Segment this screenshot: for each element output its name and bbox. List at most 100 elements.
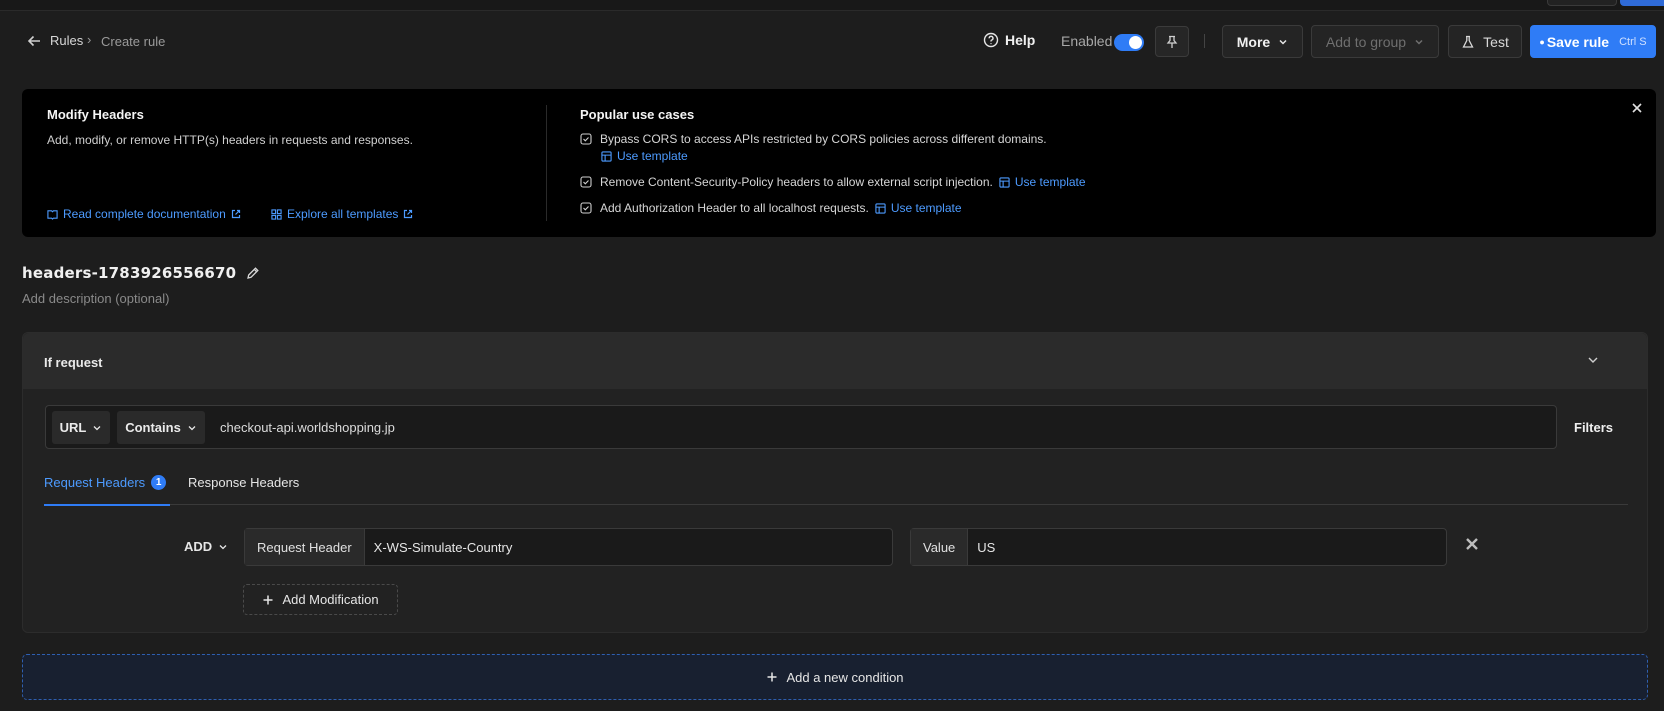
- book-icon: [47, 209, 58, 220]
- use-template-label: Use template: [890, 201, 962, 215]
- chevron-down-icon: [219, 544, 227, 549]
- filters-button[interactable]: Filters: [1574, 420, 1613, 435]
- use-template-link[interactable]: Use template: [875, 201, 962, 215]
- request-headers-count-badge: 1: [151, 475, 167, 490]
- header-value-label: Value: [911, 529, 969, 565]
- header-name-field[interactable]: Request Header X-WS-Simulate-Country: [244, 528, 893, 566]
- template-icon: [999, 176, 1010, 188]
- chevron-down-icon: [188, 425, 196, 430]
- chevron-down-icon: [1415, 39, 1423, 45]
- enabled-toggle[interactable]: [1114, 34, 1144, 51]
- use-case-text: Remove Content-Security-Policy headers t…: [600, 175, 993, 189]
- pin-button[interactable]: [1155, 26, 1189, 57]
- condition-card: If request URL Contains Filters Request …: [22, 332, 1648, 633]
- use-case-text: Bypass CORS to access APIs restricted by…: [600, 132, 1047, 146]
- breadcrumb-current: Create rule: [101, 34, 166, 49]
- top-strip: [0, 0, 1664, 11]
- chevron-down-icon[interactable]: [1587, 354, 1599, 366]
- header-name-value[interactable]: X-WS-Simulate-Country: [365, 529, 513, 565]
- pin-icon: [1166, 35, 1178, 48]
- explore-templates-label: Explore all templates: [287, 207, 399, 221]
- test-button[interactable]: Test: [1448, 25, 1522, 58]
- add-new-condition-button[interactable]: Add a new condition: [22, 654, 1648, 700]
- banner-title: Modify Headers: [47, 107, 144, 122]
- chevron-down-icon: [93, 425, 101, 430]
- rule-description-input[interactable]: Add description (optional): [22, 291, 169, 306]
- remove-modification-icon[interactable]: [1464, 536, 1480, 552]
- url-condition-row: URL Contains: [45, 405, 1557, 449]
- chevron-down-icon: [1279, 39, 1287, 45]
- use-template-link[interactable]: Use template: [601, 149, 688, 163]
- checkbox-icon: [580, 202, 592, 214]
- banner-subtitle: Add, modify, or remove HTTP(s) headers i…: [47, 133, 413, 147]
- rule-editor-header: Rules › Create rule Help Enabled More Ad…: [0, 18, 1664, 66]
- add-to-group-label: Add to group: [1325, 33, 1407, 50]
- breadcrumb-rules[interactable]: Rules: [50, 33, 83, 48]
- read-documentation-link[interactable]: Read complete documentation: [47, 207, 241, 221]
- back-arrow-icon[interactable]: [26, 33, 42, 49]
- use-case-item: Bypass CORS to access APIs restricted by…: [580, 132, 1047, 146]
- popular-use-cases-title: Popular use cases: [580, 107, 695, 122]
- header-type-tabs: Request Headers 1 Response Headers: [44, 463, 1628, 506]
- top-strip-primary-button[interactable]: [1620, 0, 1664, 6]
- save-rule-label: Save rule: [1546, 33, 1610, 50]
- flask-icon: [1462, 35, 1474, 48]
- help-label: Help: [1005, 32, 1036, 48]
- header-value-field[interactable]: Value US: [910, 528, 1447, 566]
- rule-name[interactable]: headers-1783926556670: [22, 264, 260, 282]
- rule-name-text: headers-1783926556670: [22, 264, 237, 282]
- use-case-text: Add Authorization Header to all localhos…: [600, 201, 869, 215]
- help-button[interactable]: Help: [983, 30, 1035, 50]
- tab-response-headers[interactable]: Response Headers: [188, 475, 299, 490]
- save-indicator-icon: ●: [1539, 36, 1545, 47]
- header-name-label: Request Header: [245, 529, 365, 565]
- breadcrumb-separator: ›: [87, 32, 92, 47]
- more-label: More: [1236, 33, 1271, 50]
- external-link-icon: [231, 209, 240, 219]
- condition-title: If request: [44, 355, 103, 370]
- more-button[interactable]: More: [1222, 25, 1303, 58]
- test-label: Test: [1483, 33, 1509, 50]
- use-template-label: Use template: [617, 149, 688, 163]
- explore-templates-link[interactable]: Explore all templates: [271, 207, 413, 221]
- external-link-icon: [404, 209, 413, 219]
- template-icon: [875, 202, 886, 214]
- operator-select[interactable]: Contains: [117, 411, 205, 444]
- plus-icon: [767, 672, 777, 682]
- enabled-label: Enabled: [1061, 33, 1113, 49]
- use-template-link[interactable]: Use template: [999, 175, 1086, 189]
- use-case-item: Add Authorization Header to all localhos…: [580, 201, 962, 215]
- header-divider: [1204, 34, 1205, 48]
- add-to-group-button[interactable]: Add to group: [1311, 25, 1439, 58]
- header-value-value[interactable]: US: [968, 529, 995, 565]
- grid-icon: [271, 208, 282, 220]
- help-circle-icon: [983, 32, 999, 48]
- condition-card-header[interactable]: If request: [23, 333, 1647, 389]
- add-modification-button[interactable]: Add Modification: [243, 584, 398, 615]
- save-shortcut: Ctrl S: [1619, 35, 1647, 48]
- match-field-value: URL: [59, 420, 87, 435]
- tab-response-headers-label: Response Headers: [188, 475, 300, 490]
- checkbox-icon: [580, 133, 592, 145]
- match-field-select[interactable]: URL: [52, 411, 110, 444]
- save-rule-button[interactable]: ● Save rule Ctrl S: [1530, 25, 1656, 58]
- close-icon[interactable]: [1630, 101, 1644, 115]
- add-modification-label: Add Modification: [282, 592, 379, 607]
- read-documentation-label: Read complete documentation: [63, 207, 226, 221]
- info-banner: Modify Headers Add, modify, or remove HT…: [22, 89, 1656, 237]
- modification-action-value: ADD: [184, 539, 213, 554]
- operator-value: Contains: [125, 420, 181, 435]
- use-case-item: Remove Content-Security-Policy headers t…: [580, 175, 1086, 189]
- pencil-icon[interactable]: [246, 266, 260, 280]
- tab-request-headers[interactable]: Request Headers 1: [44, 475, 171, 506]
- top-strip-button[interactable]: [1547, 0, 1617, 6]
- add-new-condition-label: Add a new condition: [786, 669, 904, 685]
- template-icon: [601, 150, 612, 162]
- plus-icon: [263, 595, 273, 604]
- banner-divider: [546, 105, 547, 221]
- modification-action-select[interactable]: ADD: [184, 539, 228, 554]
- checkbox-icon: [580, 176, 592, 188]
- url-value-input[interactable]: [220, 420, 1520, 435]
- use-template-label: Use template: [1014, 175, 1086, 189]
- tab-request-headers-label: Request Headers: [44, 475, 146, 490]
